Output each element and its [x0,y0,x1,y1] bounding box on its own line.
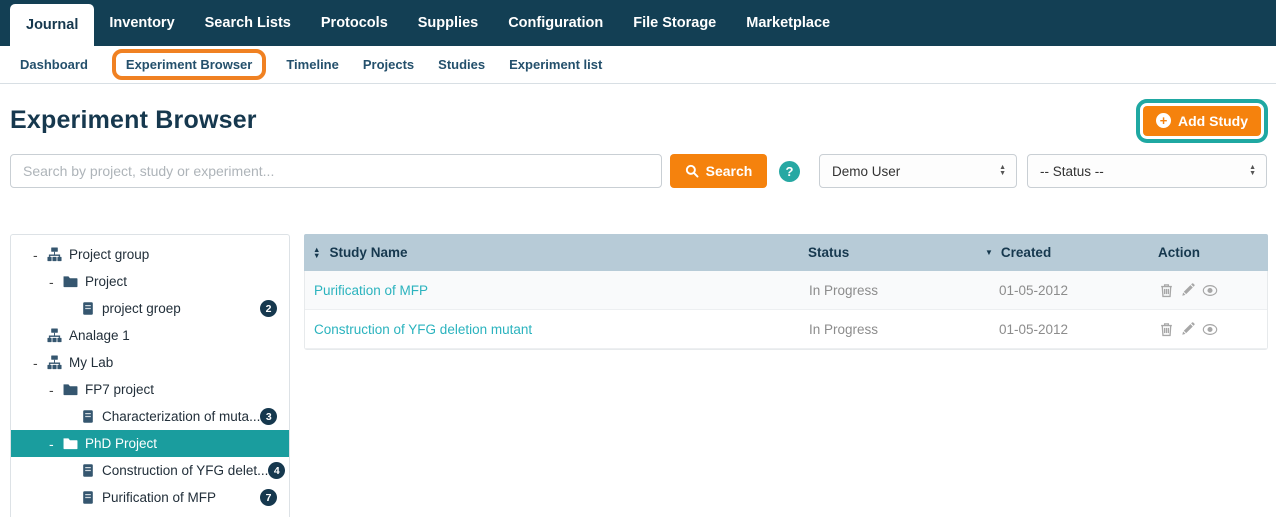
annotation-highlight-orange: Experiment Browser [112,49,266,80]
trash-icon[interactable] [1159,283,1174,298]
add-study-button[interactable]: + Add Study [1143,106,1261,136]
tree-item-label: Analage 1 [69,328,130,343]
experiment-count-badge: 3 [260,408,277,425]
trash-icon[interactable] [1159,322,1174,337]
collapse-icon[interactable]: - [49,439,59,449]
study-link[interactable]: Construction of YFG deletion mutant [314,322,532,337]
column-header-action: Action [1158,245,1268,260]
search-input[interactable] [10,154,662,188]
help-icon[interactable]: ? [779,161,800,182]
folder-icon [63,437,78,450]
tree-item-project-group[interactable]: - Project group [11,241,289,268]
search-button[interactable]: Search [670,154,767,188]
eye-icon[interactable] [1202,323,1218,336]
tree-item-label: Characterization of muta... [102,409,260,424]
collapse-icon[interactable]: - [33,358,43,368]
study-journal-icon [81,409,95,424]
table-row: Construction of YFG deletion mutant In P… [305,310,1267,349]
column-header-status[interactable]: Status [808,245,985,260]
subnav-item-dashboard[interactable]: Dashboard [20,57,88,72]
study-link[interactable]: Purification of MFP [314,283,428,298]
study-journal-icon [81,301,95,316]
page-title: Experiment Browser [10,106,257,135]
nav-tab-inventory[interactable]: Inventory [94,0,189,46]
collapse-icon[interactable]: - [33,250,43,260]
tree-item-label: project groep [102,301,181,316]
study-journal-icon [81,463,95,478]
tree-item-phd-project[interactable]: - PhD Project [11,430,289,457]
subnav-item-studies[interactable]: Studies [438,57,485,72]
nav-tab-search-lists[interactable]: Search Lists [190,0,306,46]
nav-tab-file-storage[interactable]: File Storage [618,0,731,46]
tree-item-label: Purification of MFP [102,490,216,505]
project-group-icon [47,355,62,370]
collapse-icon[interactable]: - [49,385,59,395]
folder-icon [63,383,78,396]
tree-item-my-lab[interactable]: - My Lab [11,349,289,376]
tree-item-project[interactable]: - Project [11,268,289,295]
status-filter-value: -- Status -- [1040,164,1104,179]
subnav-item-timeline[interactable]: Timeline [286,57,339,72]
plus-circle-icon: + [1156,113,1171,128]
tree-item-purification[interactable]: Purification of MFP 7 [11,484,289,511]
tree-item-project-groep[interactable]: project groep 2 [11,295,289,322]
table-row: Purification of MFP In Progress 01-05-20… [305,271,1267,310]
subnav-item-experiment-list[interactable]: Experiment list [509,57,602,72]
column-header-created[interactable]: Created [1001,245,1051,260]
sort-desc-icon[interactable]: ▼ [985,248,993,257]
sort-icon[interactable]: ▲▼ [313,247,320,259]
experiment-count-badge: 2 [260,300,277,317]
nav-tab-protocols[interactable]: Protocols [306,0,403,46]
project-group-icon [47,247,62,262]
project-group-icon [47,328,62,343]
annotation-highlight-teal: + Add Study [1136,99,1268,143]
journal-subnav: Dashboard Experiment Browser Timeline Pr… [0,46,1276,84]
subnav-item-experiment-browser[interactable]: Experiment Browser [126,57,252,72]
user-filter-value: Demo User [832,164,900,179]
status-filter-select[interactable]: -- Status -- ▲▼ [1027,154,1267,188]
project-tree-panel: - Project group - Project project groep … [10,234,290,517]
search-button-label: Search [706,163,753,179]
tree-item-label: Project group [69,247,149,262]
tree-item-analage-1[interactable]: Analage 1 [11,322,289,349]
studies-table: ▲▼ Study Name Status ▼ Created Action Pu… [304,234,1268,350]
collapse-icon[interactable]: - [49,277,59,287]
tree-item-label: FP7 project [85,382,154,397]
pencil-icon[interactable] [1181,283,1195,297]
column-header-study-name[interactable]: Study Name [329,245,407,260]
nav-tab-supplies[interactable]: Supplies [403,0,493,46]
page-header: Experiment Browser + Add Study [10,97,1268,144]
add-study-label: Add Study [1178,113,1248,129]
experiment-count-badge: 7 [260,489,277,506]
tree-item-label: Project [85,274,127,289]
study-journal-icon [81,490,95,505]
study-created-date: 01-05-2012 [986,322,1159,337]
tree-item-characterization[interactable]: Characterization of muta... 3 [11,403,289,430]
pencil-icon[interactable] [1181,322,1195,336]
study-created-date: 01-05-2012 [986,283,1159,298]
table-header-row: ▲▼ Study Name Status ▼ Created Action [304,234,1268,271]
folder-icon [63,275,78,288]
nav-tab-journal[interactable]: Journal [10,4,94,46]
user-filter-select[interactable]: Demo User ▲▼ [819,154,1017,188]
eye-icon[interactable] [1202,284,1218,297]
search-icon [685,164,699,178]
experiment-count-badge: 4 [268,462,285,479]
select-arrows-icon: ▲▼ [1249,165,1256,177]
study-status: In Progress [809,322,986,337]
select-arrows-icon: ▲▼ [999,165,1006,177]
nav-tab-marketplace[interactable]: Marketplace [731,0,845,46]
tree-item-construction[interactable]: Construction of YFG delet... 4 [11,457,289,484]
top-nav: Journal Inventory Search Lists Protocols… [0,0,1276,46]
filter-toolbar: Search ? Demo User ▲▼ -- Status -- ▲▼ [10,154,1268,188]
tree-item-label: PhD Project [85,436,157,451]
tree-item-fp7-project[interactable]: - FP7 project [11,376,289,403]
tree-item-label: Construction of YFG delet... [102,463,268,478]
subnav-item-projects[interactable]: Projects [363,57,414,72]
nav-tab-configuration[interactable]: Configuration [493,0,618,46]
study-status: In Progress [809,283,986,298]
tree-item-label: My Lab [69,355,113,370]
